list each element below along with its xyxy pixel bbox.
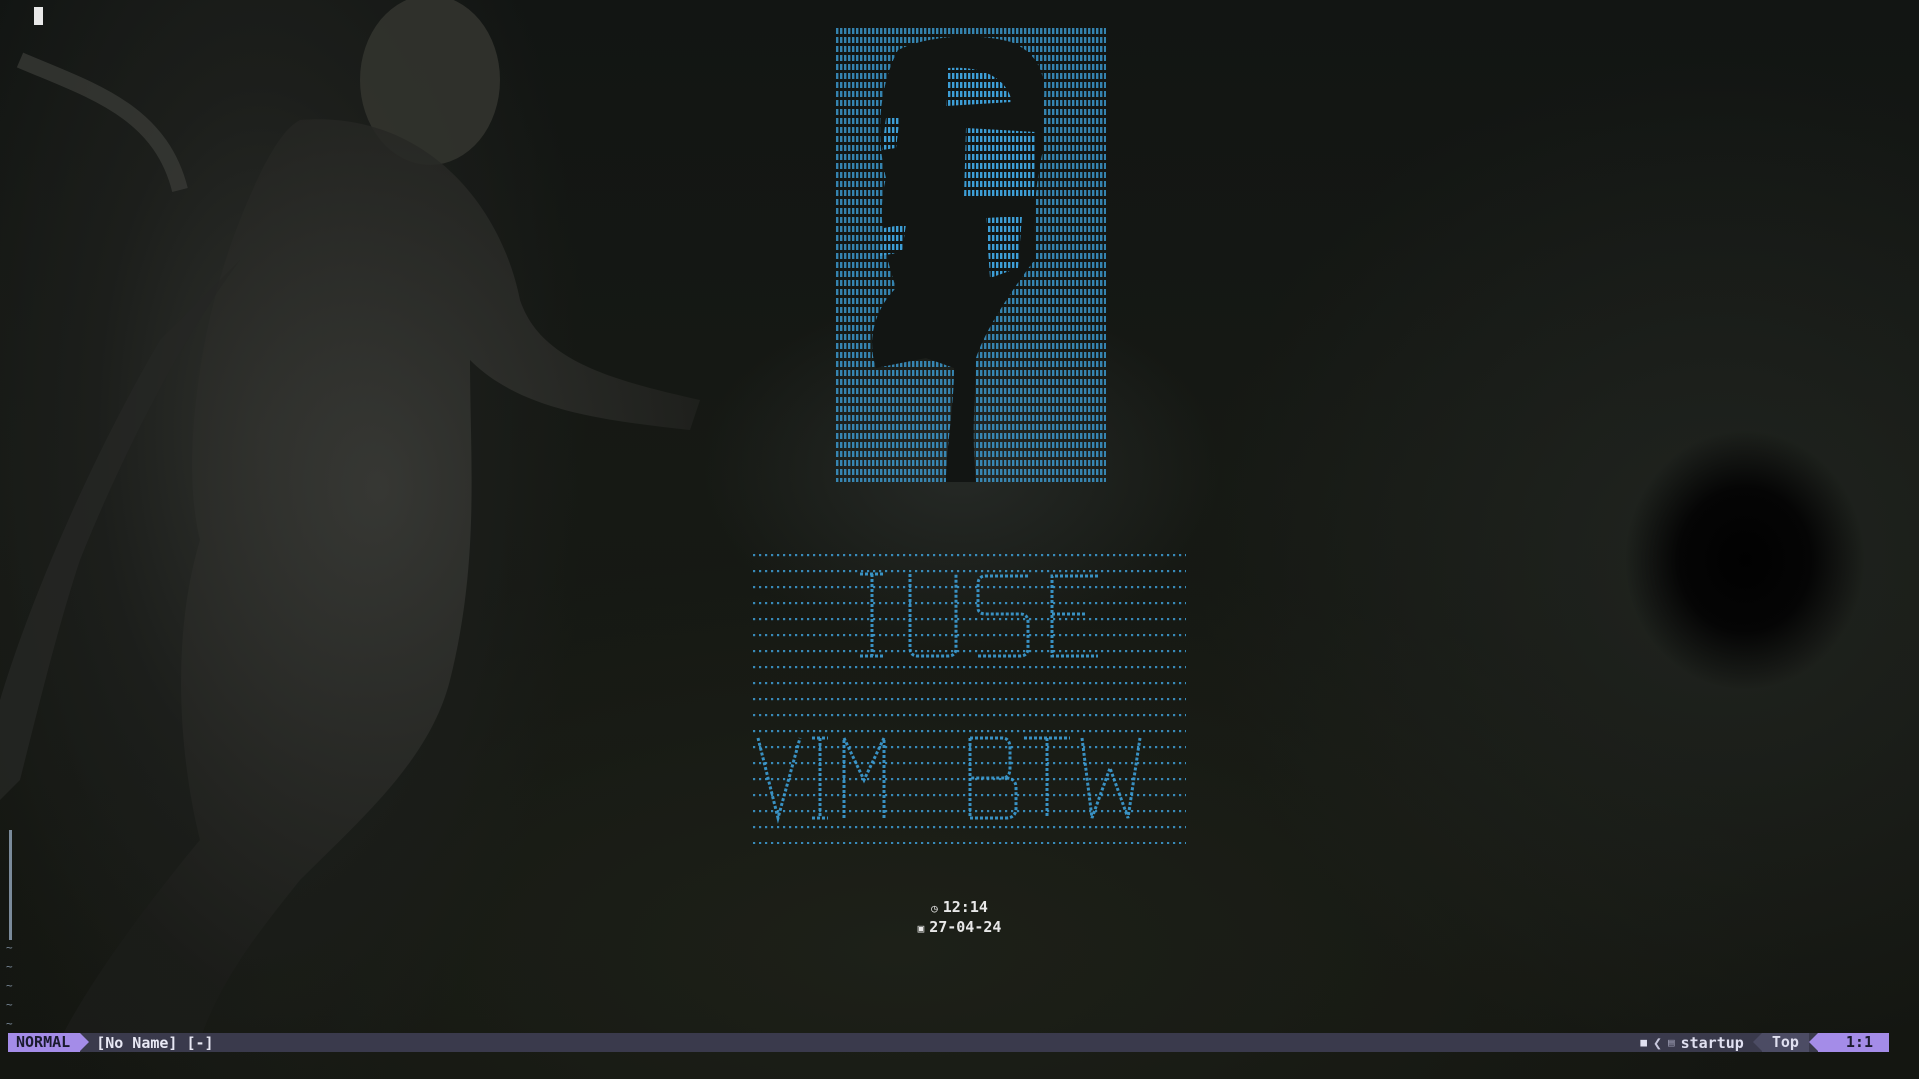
- time-row: ◷ 12:14: [0, 898, 1919, 918]
- dashboard-clock: ◷ 12:14 ▣ 27-04-24: [0, 898, 1919, 938]
- empty-line-marker: ~: [6, 941, 13, 954]
- filetype: startup: [1680, 1033, 1744, 1052]
- date-row: ▣ 27-04-24: [0, 918, 1919, 938]
- empty-line-marker: ~: [6, 1017, 13, 1030]
- date-value: 27-04-24: [929, 918, 1002, 936]
- wallpaper-astronaut: [0, 0, 700, 1040]
- terminal-window: ◷ 12:14 ▣ 27-04-24 ~ ~ ~ ~ ~ NORMAL [No Na…: [0, 0, 1919, 1079]
- scrollbar[interactable]: [9, 830, 12, 940]
- statusline: NORMAL [No Name] [-] ■ ❮ ▤ startup Top 1…: [8, 1033, 1889, 1052]
- file-icon: ▤: [1667, 1036, 1675, 1049]
- windows-icon: ■: [1640, 1036, 1647, 1049]
- ascii-portrait-art: [836, 28, 1106, 482]
- empty-line-marker: ~: [6, 998, 13, 1011]
- separator-icon: ❮: [1652, 1033, 1662, 1052]
- ascii-banner-art: [752, 548, 1186, 844]
- filename: [No Name] [-]: [96, 1033, 214, 1052]
- statusline-right: ■ ❮ ▤ startup Top 1:1: [1640, 1033, 1889, 1052]
- progress-indicator: Top: [1752, 1033, 1809, 1052]
- empty-line-markers: ~ ~ ~ ~ ~: [6, 938, 13, 1033]
- empty-line-marker: ~: [6, 960, 13, 973]
- time-value: 12:14: [942, 898, 988, 916]
- empty-line-marker: ~: [6, 979, 13, 992]
- cursor-location: 1:1: [1808, 1033, 1889, 1052]
- mode-indicator: NORMAL: [8, 1033, 90, 1052]
- text-cursor: [34, 7, 43, 25]
- clock-icon: ◷: [931, 902, 938, 915]
- calendar-icon: ▣: [917, 922, 925, 935]
